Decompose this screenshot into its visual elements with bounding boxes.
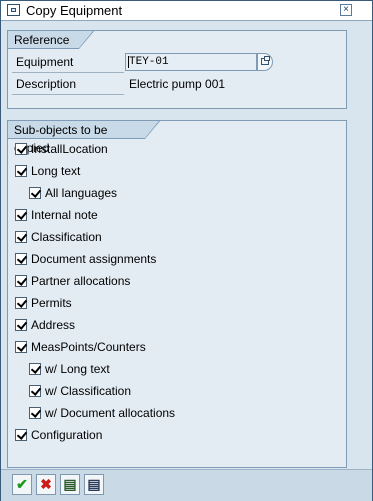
close-button[interactable]: ×	[340, 4, 352, 16]
subobject-checkbox[interactable]	[15, 143, 27, 155]
cross-icon: ✖	[40, 476, 52, 492]
subobject-checkbox[interactable]	[15, 165, 27, 177]
subobject-label: InstallLocation	[31, 142, 108, 156]
reference-group-title: Reference	[7, 30, 95, 49]
subobject-label: Classification	[31, 230, 102, 244]
dialog-toolbar: ✔ ✖ ▤ ▤	[1, 469, 372, 501]
checkmark-icon: ✔	[16, 476, 28, 492]
subobject-label: MeasPoints/Counters	[31, 340, 146, 354]
subobject-row[interactable]: Partner allocations	[15, 273, 130, 289]
subobject-row[interactable]: Permits	[15, 295, 72, 311]
subobject-row[interactable]: w/ Document allocations	[29, 405, 175, 421]
subobject-checkbox[interactable]	[15, 209, 27, 221]
subobject-row[interactable]: Classification	[15, 229, 102, 245]
subobject-row[interactable]: Document assignments	[15, 251, 156, 267]
subobject-row[interactable]: InstallLocation	[15, 141, 108, 157]
subobject-checkbox[interactable]	[15, 341, 27, 353]
description-label-underline	[12, 94, 124, 95]
value-help-icon	[261, 56, 270, 65]
subobject-checkbox[interactable]	[29, 407, 41, 419]
subobject-row[interactable]: All languages	[29, 185, 117, 201]
subobject-checkbox[interactable]	[29, 363, 41, 375]
subobject-checkbox[interactable]	[15, 319, 27, 331]
subobject-label: Long text	[31, 164, 81, 178]
window-title: Copy Equipment	[26, 3, 123, 18]
continue-button[interactable]: ✔	[12, 474, 32, 495]
subobject-row[interactable]: Address	[15, 317, 75, 333]
subobject-label: w/ Document allocations	[45, 406, 176, 420]
subobject-row[interactable]: MeasPoints/Counters	[15, 339, 146, 355]
subobject-row[interactable]: Configuration	[15, 427, 102, 443]
description-value: Electric pump 001	[129, 77, 226, 91]
copy-equipment-dialog: Copy Equipment × Reference Equipment TEY…	[0, 0, 373, 501]
subobject-label: Configuration	[31, 428, 103, 442]
subobject-checkbox[interactable]	[15, 253, 27, 265]
subobject-label: Internal note	[31, 208, 98, 222]
subobject-row[interactable]: Long text	[15, 163, 80, 179]
subobject-checkbox[interactable]	[15, 275, 27, 287]
subobject-row[interactable]: w/ Long text	[29, 361, 110, 377]
subobject-label: All languages	[45, 186, 118, 200]
equipment-input[interactable]: TEY-01	[125, 53, 257, 71]
subobject-row[interactable]: w/ Classification	[29, 383, 131, 399]
deselect-all-button[interactable]: ▤	[84, 474, 104, 495]
subobject-label: w/ Classification	[45, 384, 132, 398]
equipment-label-underline	[12, 72, 124, 73]
reference-group-title-text: Reference	[14, 33, 70, 47]
subobject-checkbox[interactable]	[15, 429, 27, 441]
subobject-label: Permits	[31, 296, 72, 310]
subobjects-group-title: Sub-objects to be copied	[7, 120, 161, 155]
select-all-icon: ▤	[63, 476, 77, 492]
subobject-label: Address	[31, 318, 76, 332]
copy-icon	[7, 4, 20, 16]
equipment-label: Equipment	[16, 55, 74, 69]
subobject-checkbox[interactable]	[15, 297, 27, 309]
subobject-label: w/ Long text	[45, 362, 110, 376]
subobject-checkbox[interactable]	[29, 385, 41, 397]
deselect-all-icon: ▤	[87, 476, 101, 492]
description-label: Description	[16, 77, 77, 91]
select-all-button[interactable]: ▤	[60, 474, 80, 495]
subobject-row[interactable]: Internal note	[15, 207, 98, 223]
title-bar: Copy Equipment ×	[1, 1, 372, 21]
subobject-checkbox[interactable]	[15, 231, 27, 243]
subobject-label: Partner allocations	[31, 274, 131, 288]
cancel-button[interactable]: ✖	[36, 474, 56, 495]
subobject-checkbox[interactable]	[29, 187, 41, 199]
subobject-label: Document assignments	[31, 252, 157, 266]
